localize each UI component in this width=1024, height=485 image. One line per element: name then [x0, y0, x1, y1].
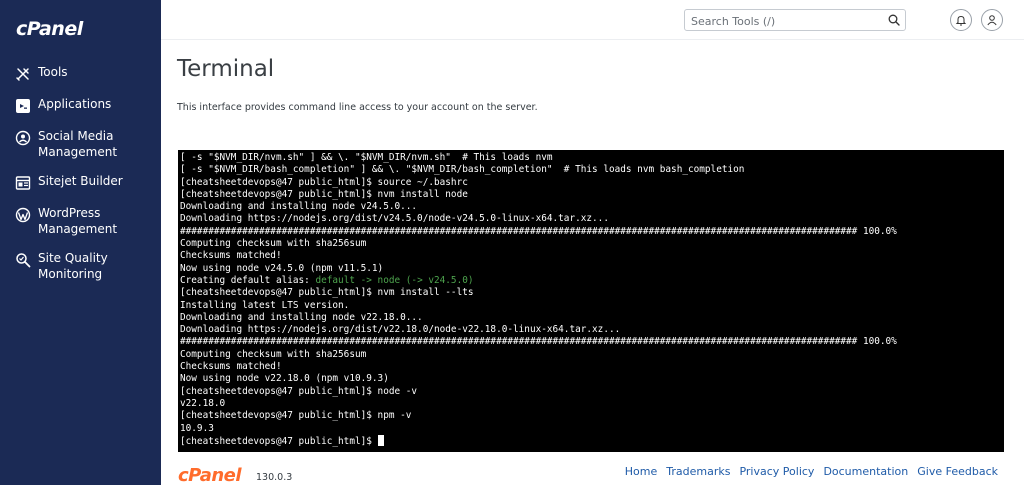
sidebar-item-applications[interactable]: Applications — [0, 92, 161, 119]
terminal-line: Computing checksum with sha256sum — [180, 348, 367, 360]
footer-link-home[interactable]: Home — [625, 465, 657, 478]
terminal-line: [cheatsheetdevops@47 public_html]$ nvm i… — [180, 287, 474, 299]
page-title: Terminal — [177, 56, 275, 82]
sidebar-nav: Tools Applications Social Media Manageme… — [0, 60, 161, 291]
terminal-line: v22.18.0 — [180, 397, 226, 409]
search-input[interactable] — [685, 11, 875, 32]
terminal-line: [ -s "$NVM_DIR/bash_completion" ] && \. … — [180, 164, 745, 176]
terminal-line: Installing latest LTS version. — [180, 299, 350, 311]
terminal-scrollbar[interactable] — [1000, 150, 1004, 452]
tools-icon — [14, 65, 32, 83]
applications-icon — [14, 97, 32, 115]
terminal-line: [cheatsheetdevops@47 public_html]$ npm -… — [180, 410, 412, 422]
terminal-line: Computing checksum with sha256sum — [180, 238, 367, 250]
terminal-alias-line: Creating default alias: default -> node … — [180, 275, 1004, 287]
user-menu-button[interactable] — [981, 9, 1003, 31]
alias-highlight: default -> node (-> v24.5.0) — [315, 274, 474, 286]
sidebar: cPanel Tools Applications Social Media M… — [0, 0, 161, 485]
terminal-line: Now using node v22.18.0 (npm v10.9.3) — [180, 373, 389, 385]
user-icon — [987, 15, 997, 26]
top-bar — [161, 0, 1024, 40]
alias-prefix: Creating default alias: — [180, 274, 316, 286]
sidebar-item-wordpress[interactable]: WordPress Management — [0, 201, 161, 241]
terminal-line: 10.9.3 — [180, 422, 214, 434]
footer-link-trademarks[interactable]: Trademarks — [666, 465, 730, 478]
footer-links: Home Trademarks Privacy Policy Documenta… — [625, 465, 998, 478]
terminal-cursor — [377, 434, 384, 446]
terminal-line: Checksums matched! — [180, 250, 282, 262]
sidebar-item-label: Site Quality Monitoring — [38, 251, 108, 281]
sidebar-item-sitejet[interactable]: Sitejet Builder — [0, 169, 161, 196]
terminal-line: ########################################… — [180, 336, 897, 348]
terminal-line: ########################################… — [180, 225, 897, 237]
sidebar-item-label: Applications — [38, 97, 112, 111]
terminal-line: [cheatsheetdevops@47 public_html]$ node … — [180, 385, 418, 397]
terminal-line: [ -s "$NVM_DIR/nvm.sh" ] && \. "$NVM_DIR… — [180, 152, 553, 163]
sitejet-icon — [14, 174, 32, 192]
social-media-icon — [14, 129, 32, 147]
terminal-prompt: [cheatsheetdevops@47 public_html]$ — [180, 435, 378, 447]
terminal-line: [cheatsheetdevops@47 public_html]$ nvm i… — [180, 188, 468, 200]
site-quality-icon — [14, 251, 32, 269]
sidebar-item-label: WordPress Management — [38, 206, 118, 236]
footer-link-privacy-policy[interactable]: Privacy Policy — [739, 465, 814, 478]
cpanel-logo[interactable]: cPanel — [16, 18, 83, 40]
page-description: This interface provides command line acc… — [177, 102, 538, 113]
terminal-line: [cheatsheetdevops@47 public_html]$ sourc… — [180, 176, 468, 188]
footer-link-documentation[interactable]: Documentation — [823, 465, 908, 478]
bell-icon — [955, 15, 967, 26]
sidebar-item-social-media[interactable]: Social Media Management — [0, 124, 161, 164]
sidebar-item-label: Tools — [38, 65, 68, 79]
notifications-button[interactable] — [950, 9, 972, 31]
sidebar-item-label: Sitejet Builder — [38, 174, 123, 188]
search-icon[interactable] — [888, 14, 900, 26]
terminal-prompt-line: [cheatsheetdevops@47 public_html]$ — [180, 434, 1004, 448]
terminal-line: Now using node v24.5.0 (npm v11.5.1) — [180, 262, 384, 274]
sidebar-item-label: Social Media Management — [38, 129, 118, 159]
terminal-line: Downloading and installing node v22.18.0… — [180, 311, 423, 323]
terminal-line: Downloading https://nodejs.org/dist/v22.… — [180, 324, 621, 336]
wordpress-icon — [14, 206, 32, 224]
search-box — [684, 9, 906, 32]
sidebar-item-tools[interactable]: Tools — [0, 60, 161, 87]
terminal-line: Checksums matched! — [180, 361, 282, 373]
terminal-line: Downloading and installing node v24.5.0.… — [180, 201, 418, 213]
footer-cpanel-logo: cPanel — [178, 465, 242, 485]
version-label: 130.0.3 — [256, 472, 293, 483]
terminal-line: Downloading https://nodejs.org/dist/v24.… — [180, 213, 609, 225]
terminal-window[interactable]: [ -s "$NVM_DIR/nvm.sh" ] && \. "$NVM_DIR… — [178, 150, 1004, 452]
sidebar-item-site-quality[interactable]: Site Quality Monitoring — [0, 246, 161, 286]
footer-link-give-feedback[interactable]: Give Feedback — [917, 465, 998, 478]
